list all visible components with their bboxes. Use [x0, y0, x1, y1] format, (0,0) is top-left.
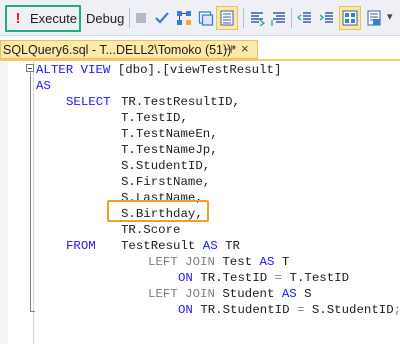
execute-label: Execute	[30, 10, 77, 26]
tab-sqlquery6[interactable]: SQLQuery6.sql - T...DELL2\Tomoko (51))* …	[0, 40, 258, 59]
code-line: S.FirstName,	[121, 175, 211, 189]
debug-label: Debug	[86, 10, 125, 26]
query-options-icon[interactable]	[198, 10, 214, 26]
code-line: ON TR.TestID = T.TestID	[178, 271, 350, 285]
estimated-plan-icon[interactable]	[176, 10, 192, 26]
results-file-icon[interactable]	[366, 10, 382, 26]
pin-icon[interactable]: ⊣	[223, 43, 233, 56]
specify-template-values-icon[interactable]	[342, 10, 358, 26]
editor-margin-line	[33, 61, 34, 344]
execute-button[interactable]: ! Execute	[12, 7, 77, 29]
stop-icon[interactable]	[133, 10, 149, 26]
uncomment-lines-icon[interactable]	[271, 10, 287, 26]
close-icon[interactable]: ×	[241, 41, 249, 56]
code-line: T.TestID,	[121, 111, 188, 125]
toolbar-separator	[243, 8, 244, 28]
parse-check-icon[interactable]	[154, 10, 170, 26]
code-line: LEFT JOIN Test AS T	[148, 255, 290, 269]
code-line: TestResult AS TR	[121, 239, 240, 253]
tab-underline	[0, 59, 400, 61]
code-line: TR.Score	[121, 223, 181, 237]
query-toolbar: ! Execute Debug ▾	[0, 0, 400, 36]
tab-title: SQLQuery6.sql - T...DELL2\Tomoko (51))*	[3, 42, 237, 57]
code-line: ON TR.StudentID = S.StudentID;	[178, 303, 400, 317]
increase-indent-icon[interactable]	[319, 10, 335, 26]
debug-button[interactable]: Debug	[86, 7, 124, 29]
code-line: T.TestNameEn,	[121, 127, 218, 141]
toolbar-separator	[129, 8, 130, 28]
editor-gutter	[0, 61, 8, 344]
code-line: T.TestNameJp,	[121, 143, 218, 157]
code-line: ALTER VIEW [dbo].[viewTestResult]	[36, 63, 282, 77]
outline-line	[30, 73, 31, 311]
code-line: S.StudentID,	[121, 159, 211, 173]
code-line: TR.TestResultID,	[121, 95, 240, 109]
toolbar-overflow-icon[interactable]: ▾	[387, 10, 393, 23]
comment-lines-icon[interactable]	[249, 10, 265, 26]
code-line: AS	[36, 79, 51, 93]
toolbar-separator	[291, 8, 292, 28]
birthday-highlight-frame	[107, 200, 209, 222]
code-line: SELECT	[66, 95, 111, 109]
decrease-indent-icon[interactable]	[297, 10, 313, 26]
code-line: LEFT JOIN Student AS S	[148, 287, 312, 301]
outline-line-end	[30, 311, 35, 312]
code-line: FROM	[66, 239, 96, 253]
results-grid-icon[interactable]	[219, 10, 235, 26]
execute-icon: !	[15, 9, 21, 27]
collapse-toggle-icon[interactable]	[26, 64, 34, 72]
